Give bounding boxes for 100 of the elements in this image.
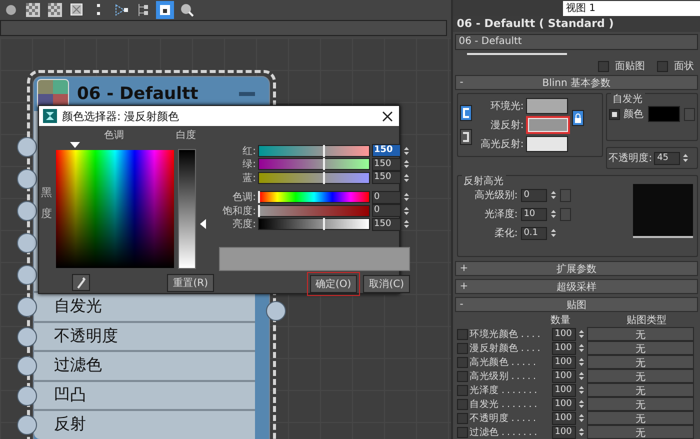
triangle-marker-icon[interactable] [70,142,80,148]
spinner-icon[interactable] [403,191,410,204]
rollout-header[interactable]: - 贴图 [454,297,698,312]
map-slot-button[interactable]: 无 [586,425,694,439]
number-field[interactable]: 100 [552,356,576,368]
map-slot-button[interactable]: 无 [586,411,694,425]
input-port[interactable] [17,326,37,346]
number-field[interactable]: 100 [552,384,576,396]
channel-slider[interactable] [258,191,370,204]
ok-button[interactable]: 确定(O) [310,275,358,293]
checkbox[interactable] [608,108,620,120]
value-field[interactable]: 150 [372,144,401,158]
rollout-header[interactable]: + 扩展参数 [454,261,698,276]
checkbox[interactable] [598,60,609,72]
map-slot-button[interactable]: 无 [586,341,694,355]
input-port[interactable] [17,356,37,376]
link-button[interactable] [460,105,472,121]
output-port[interactable] [266,301,286,321]
map-slot-button[interactable]: 无 [586,383,694,397]
toolbar-button[interactable] [178,1,196,19]
number-field[interactable]: 10 [520,208,547,220]
color-swatch[interactable] [526,116,570,134]
eyedropper-button[interactable] [72,274,90,291]
channel-label: 红: [242,144,256,158]
value-field[interactable]: 0 [372,190,401,204]
input-port[interactable] [17,265,37,285]
whiteness-bar[interactable] [178,149,196,269]
spinner-icon[interactable] [550,189,557,201]
color-swatch[interactable] [526,136,568,152]
checkbox[interactable] [456,328,468,340]
number-field[interactable]: 100 [552,370,576,382]
input-port[interactable] [17,233,37,253]
triangle-marker-icon[interactable] [200,219,206,229]
color-spectrum[interactable] [56,150,174,268]
slider-thumb[interactable] [322,172,325,184]
value-field[interactable]: 150 [372,158,401,171]
number-field[interactable]: 100 [552,342,576,354]
number-field[interactable]: 100 [552,398,576,410]
channel-slider[interactable] [258,218,370,230]
checkbox[interactable] [456,426,468,438]
checkbox[interactable] [657,60,668,72]
highlight-graph [633,184,693,238]
material-name-field[interactable]: 06 - Defaultt [454,34,698,50]
map-slot-button[interactable]: 无 [586,327,694,341]
slider-thumb[interactable] [322,144,325,157]
spinner-icon[interactable] [403,158,410,170]
sphere-icon [5,4,17,16]
number-field[interactable]: 0 [520,188,547,202]
input-port[interactable] [17,297,37,317]
color-swatch[interactable] [526,98,568,114]
rollout-header[interactable]: + 超级采样 [454,279,698,294]
number-field[interactable]: 100 [552,426,576,438]
map-slot-button[interactable]: 无 [586,397,694,411]
box-icon [70,3,84,17]
number-field[interactable]: 45 [654,152,680,164]
value-field[interactable]: 150 [372,218,401,231]
lock-button[interactable] [572,110,584,126]
input-port[interactable] [17,169,37,189]
checkbox[interactable] [456,356,468,368]
zoom-icon [180,3,194,17]
channel-slider[interactable] [258,144,370,157]
number-field[interactable]: 100 [552,328,576,340]
channel-slider[interactable] [258,204,370,217]
channel-slider[interactable] [258,172,370,184]
reset-button[interactable]: 重置(R) [167,274,214,292]
input-port[interactable] [17,201,37,221]
input-port[interactable] [17,386,37,406]
value-field[interactable]: 0 [372,204,401,218]
view-field[interactable]: 视图 1 [563,0,700,16]
rollout-header[interactable]: - Blinn 基本参数 [454,75,698,90]
checkbox[interactable] [456,384,468,396]
spinner-icon[interactable] [403,172,410,184]
map-slot-button[interactable]: 无 [586,355,694,369]
number-field[interactable]: 0.1 [520,226,547,240]
slider-thumb[interactable] [322,158,325,170]
input-port[interactable] [17,415,37,435]
bracket-icon [462,132,470,142]
link-button[interactable] [460,129,472,145]
spinner-icon[interactable] [403,218,410,230]
toolbar-button[interactable] [156,1,174,19]
spinner-icon[interactable] [403,144,410,157]
spinner-icon[interactable] [550,208,557,220]
checkbox[interactable] [456,370,468,382]
spinner-icon[interactable] [403,204,410,217]
checkbox[interactable] [456,412,468,424]
checkbox[interactable] [456,342,468,354]
number-field[interactable]: 100 [552,412,576,424]
map-slot-button[interactable]: 无 [586,369,694,383]
spinner-icon[interactable] [550,227,557,239]
close-icon[interactable] [382,110,393,122]
checkbox[interactable] [456,398,468,410]
value-field[interactable]: 150 [372,171,401,184]
cancel-button[interactable]: 取消(C) [363,275,410,293]
toolbar-button[interactable] [24,1,42,19]
input-port[interactable] [17,137,37,157]
slot-label: 凹凸 [54,384,86,406]
slider-thumb[interactable] [322,218,325,230]
toolbar-button[interactable] [46,1,64,19]
color-swatch[interactable] [648,106,680,122]
channel-slider[interactable] [258,158,370,170]
